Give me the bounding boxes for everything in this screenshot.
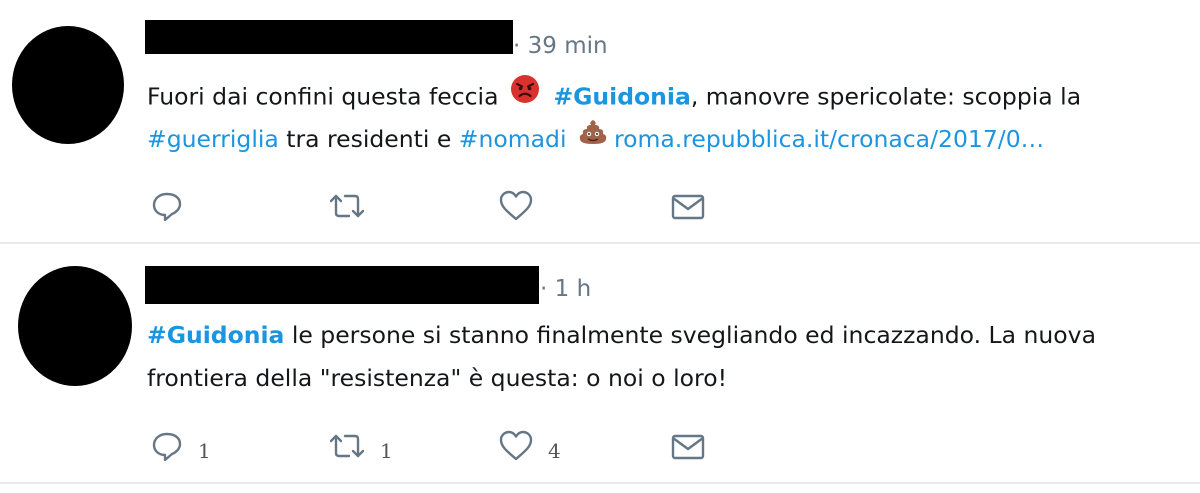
reply-button[interactable] bbox=[150, 186, 184, 226]
like-count: 4 bbox=[548, 439, 561, 463]
redacted-username bbox=[145, 20, 513, 54]
envelope-icon bbox=[670, 429, 706, 463]
retweet-icon bbox=[328, 429, 366, 463]
reply-icon bbox=[150, 189, 184, 223]
tweet-text-line: Fuori dai confini questa feccia #Guidoni… bbox=[147, 74, 1187, 117]
reply-icon bbox=[150, 429, 184, 463]
tweet-timestamp[interactable]: · 1 h bbox=[540, 276, 591, 302]
tweet-text: Fuori dai confini questa feccia #Guidoni… bbox=[147, 74, 1187, 160]
avatar[interactable] bbox=[12, 26, 124, 144]
reply-count: 1 bbox=[198, 439, 211, 463]
retweet-icon bbox=[328, 189, 366, 223]
like-button[interactable]: 4 bbox=[498, 426, 561, 466]
retweet-count: 1 bbox=[380, 439, 393, 463]
hashtag-link[interactable]: #Guidonia bbox=[147, 321, 284, 349]
text-segment: , manovre spericolate: scoppia la bbox=[690, 82, 1082, 111]
text-segment: le persone si stanno finalmente sveglian… bbox=[284, 321, 1096, 349]
heart-icon bbox=[498, 189, 534, 223]
tweet[interactable]: · 39 min Fuori dai confini questa feccia… bbox=[0, 0, 1200, 244]
heart-icon bbox=[498, 429, 534, 463]
hashtag-link[interactable]: #guerriglia bbox=[147, 125, 279, 153]
avatar[interactable] bbox=[18, 266, 132, 386]
text-segment: tra residenti e bbox=[278, 125, 459, 153]
retweet-button[interactable] bbox=[328, 186, 366, 226]
tweet[interactable]: · 1 h #Guidonia le persone si stanno fin… bbox=[0, 244, 1200, 484]
text-segment: Fuori dai confini questa feccia bbox=[147, 82, 499, 111]
retweet-button[interactable]: 1 bbox=[328, 426, 393, 466]
reply-button[interactable]: 1 bbox=[150, 426, 211, 466]
angry-face-emoji bbox=[510, 74, 540, 118]
direct-message-button[interactable] bbox=[670, 426, 706, 466]
url-link[interactable]: roma.repubblica.it/cronaca/2017/0… bbox=[614, 125, 1044, 153]
tweet-text-line: #guerriglia tra residenti e #nomadi roma… bbox=[147, 117, 1187, 160]
envelope-icon bbox=[670, 189, 706, 223]
tweet-text-line: frontiera della "resistenza" è questa: o… bbox=[147, 364, 727, 392]
like-button[interactable] bbox=[498, 186, 534, 226]
direct-message-button[interactable] bbox=[670, 186, 706, 226]
tweet-text-line: #Guidonia le persone si stanno finalment… bbox=[147, 314, 1187, 357]
hashtag-link[interactable]: #nomadi bbox=[459, 125, 567, 153]
tweet-text: #Guidonia le persone si stanno finalment… bbox=[147, 314, 1187, 400]
tweet-timestamp[interactable]: · 39 min bbox=[513, 33, 608, 59]
tweet-feed: · 39 min Fuori dai confini questa feccia… bbox=[0, 0, 1200, 493]
pile-of-poo-emoji bbox=[578, 117, 608, 160]
hashtag-link[interactable]: #Guidonia bbox=[553, 83, 690, 111]
redacted-username bbox=[145, 266, 539, 304]
